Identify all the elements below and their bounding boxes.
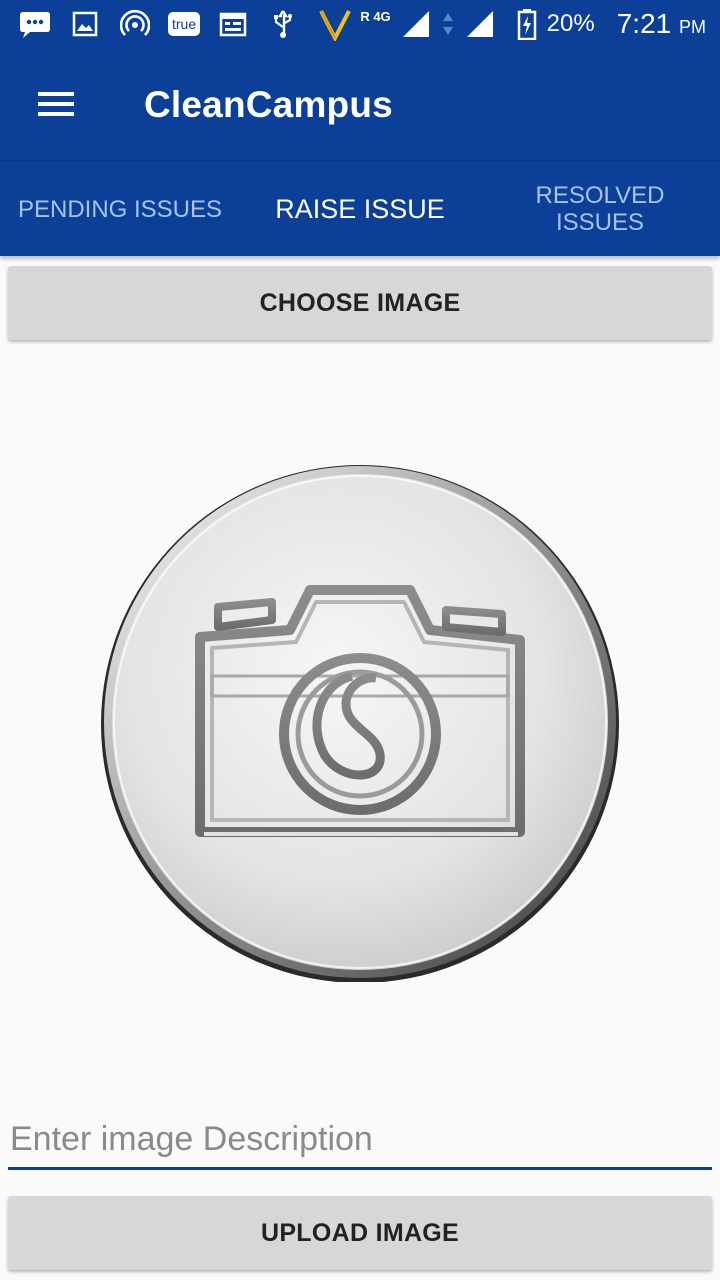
true-badge-icon: true — [168, 12, 201, 36]
tab-bar: PENDING ISSUES RAISE ISSUE RESOLVED ISSU… — [0, 160, 720, 256]
signal-full-icon — [463, 7, 497, 41]
image-preview[interactable] — [100, 462, 620, 983]
tab-raise-issue[interactable]: RAISE ISSUE — [240, 161, 480, 257]
app-title: CleanCampus — [144, 84, 393, 125]
status-bar-system: R 4G 20% 7:21 PM — [318, 0, 706, 48]
usb-icon — [266, 7, 300, 41]
tab-pending-issues[interactable]: PENDING ISSUES — [0, 161, 240, 257]
clock-time: 7:21 — [616, 8, 672, 39]
battery-charging-icon — [515, 7, 539, 41]
calendar-icon — [216, 7, 250, 41]
status-bar-notifications: true — [18, 0, 300, 48]
tab-resolved-issues[interactable]: RESOLVED ISSUES — [480, 161, 720, 257]
screen: true R 4G 20% 7:21 PM CleanCampus PENDIN… — [0, 0, 720, 1280]
network-type: R 4G — [360, 8, 391, 24]
gallery-icon — [68, 7, 102, 41]
upload-image-button[interactable]: UPLOAD IMAGE — [8, 1196, 712, 1270]
hotspot-icon — [118, 7, 152, 41]
choose-image-button[interactable]: CHOOSE IMAGE — [8, 266, 712, 340]
clock: 7:21 PM — [617, 8, 706, 40]
status-bar: true R 4G 20% 7:21 PM — [0, 0, 720, 48]
hamburger-menu-icon — [38, 92, 74, 116]
description-input[interactable] — [8, 1112, 712, 1167]
menu-button[interactable] — [24, 76, 88, 132]
vodafone-logo-icon — [318, 7, 352, 41]
battery-percentage: 20% — [546, 10, 595, 37]
description-field — [8, 1112, 712, 1170]
clock-ampm: PM — [679, 17, 706, 37]
data-arrows-icon — [441, 7, 455, 41]
signal-icon — [399, 7, 433, 41]
app-bar: CleanCampus — [0, 48, 720, 160]
camera-icon — [101, 465, 619, 983]
chat-icon — [18, 7, 52, 41]
